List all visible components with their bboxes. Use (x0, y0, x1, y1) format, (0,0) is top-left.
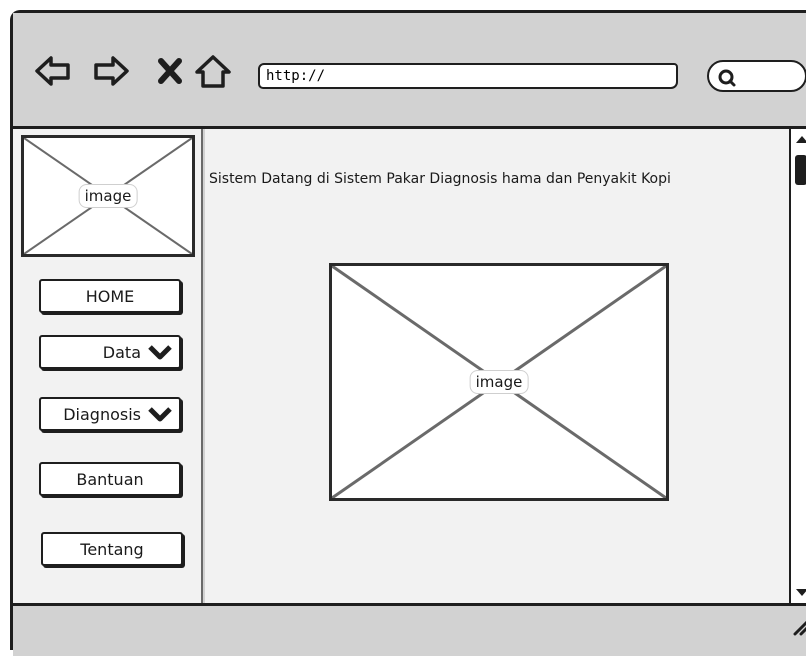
menu-diagnosis-dropdown[interactable]: Diagnosis (39, 397, 181, 431)
forward-button[interactable] (91, 51, 131, 91)
home-icon (195, 55, 231, 88)
menu-tentang-button[interactable]: Tentang (41, 532, 183, 566)
menu-bantuan-button[interactable]: Bantuan (39, 462, 181, 496)
status-bar (13, 603, 806, 656)
menu-home-label: HOME (85, 286, 135, 306)
forward-arrow-icon (94, 56, 129, 86)
menu-diagnosis-label: Diagnosis (63, 404, 141, 424)
menu-data-dropdown[interactable]: Data (39, 335, 181, 369)
close-icon (158, 58, 182, 84)
scroll-up-arrow-icon[interactable] (794, 133, 806, 145)
search-icon (718, 69, 736, 87)
sidebar: image HOME Data Diagnosis Bantuan Tentan… (13, 129, 203, 603)
menu-data-label: Data (102, 342, 141, 362)
menu-tentang-label: Tentang (80, 539, 144, 559)
main-image-label: image (469, 370, 529, 394)
page-title: Sistem Datang di Sistem Pakar Diagnosis … (209, 171, 671, 187)
logo-image-label: image (78, 184, 138, 208)
back-button[interactable] (33, 51, 73, 91)
main-content: Sistem Datang di Sistem Pakar Diagnosis … (205, 129, 789, 603)
menu-bantuan-label: Bantuan (76, 469, 144, 489)
scroll-down-arrow-icon[interactable] (794, 587, 806, 599)
menu-home-button[interactable]: HOME (39, 279, 181, 313)
search-field[interactable] (707, 60, 806, 92)
main-image: image (329, 263, 669, 501)
scrollbar-thumb[interactable] (795, 155, 806, 185)
chevron-down-icon (148, 345, 172, 360)
chevron-down-icon (148, 407, 172, 422)
browser-toolbar (13, 13, 806, 129)
resize-grip-icon[interactable] (791, 616, 806, 636)
home-button[interactable] (193, 51, 233, 91)
url-input[interactable] (258, 63, 678, 89)
vertical-scrollbar[interactable] (789, 129, 806, 603)
stop-button[interactable] (151, 51, 191, 91)
back-arrow-icon (35, 56, 70, 86)
logo-image: image (21, 135, 195, 257)
browser-window: image HOME Data Diagnosis Bantuan Tentan… (10, 10, 806, 656)
